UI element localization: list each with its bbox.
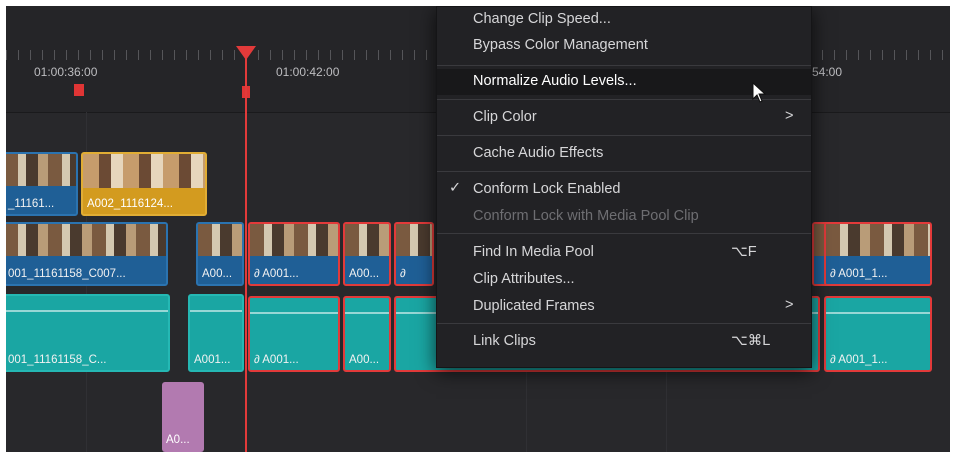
audio-clip-purple[interactable]: A0...	[162, 382, 204, 452]
audio-clip-selected[interactable]: A00...	[343, 296, 391, 372]
link-icon: ∂	[400, 268, 406, 280]
menu-separator	[437, 171, 811, 172]
timecode-label: 54:00	[812, 65, 843, 79]
timecode-label: 01:00:36:00	[34, 65, 98, 79]
audio-waveform	[250, 312, 338, 314]
menu-item-find-in-media-pool[interactable]: Find In Media Pool ⌥F	[437, 240, 811, 266]
clip-thumbnail	[6, 224, 166, 256]
clip-label: ∂ A001_1...	[830, 268, 888, 280]
clip-label: ∂ A001...	[254, 354, 299, 366]
audio-clip-selected[interactable]: ∂ A001_1...	[824, 296, 932, 372]
video-clip[interactable]: _11161...	[6, 152, 78, 216]
video-clip-selected[interactable]: ∂ A001...	[248, 222, 340, 286]
video-clip-selected[interactable]: A00...	[343, 222, 391, 286]
link-icon: ∂	[254, 354, 263, 366]
mouse-cursor-icon	[752, 82, 767, 103]
clip-thumbnail	[396, 224, 432, 256]
audio-waveform	[6, 310, 168, 312]
clip-thumbnail	[250, 224, 338, 256]
menu-item-link-clips[interactable]: Link Clips ⌥⌘L	[437, 329, 811, 355]
clip-label: ∂ A001...	[254, 268, 299, 280]
clip-label: A0...	[166, 434, 190, 446]
link-icon: ∂	[254, 268, 263, 280]
menu-item-clip-color[interactable]: Clip Color >	[437, 105, 811, 131]
playhead-line	[245, 50, 247, 452]
audio-clip-selected[interactable]: ∂ A001...	[248, 296, 340, 372]
menu-item-clip-attributes[interactable]: Clip Attributes...	[437, 267, 811, 293]
video-clip[interactable]: A00...	[196, 222, 244, 286]
video-clip[interactable]: 001_11161158_C007...	[6, 222, 168, 286]
clip-label: A00...	[202, 268, 233, 280]
clip-thumbnail	[345, 224, 389, 256]
audio-waveform	[826, 312, 930, 314]
timeline-marker[interactable]	[74, 84, 84, 96]
menu-separator	[437, 65, 811, 66]
clip-context-menu: Change Clip Speed... Bypass Color Manage…	[436, 6, 812, 368]
menu-separator	[437, 323, 811, 324]
shortcut-label: ⌥⌘L	[731, 333, 771, 349]
clip-label: A002_1116124...	[87, 198, 173, 210]
audio-waveform	[345, 312, 389, 314]
clip-label: ∂ A001_1...	[830, 354, 888, 366]
clip-label: 001_11161158_C007...	[8, 268, 126, 280]
link-icon: ∂	[830, 354, 839, 366]
timecode-label: 01:00:42:00	[276, 65, 340, 79]
audio-clip[interactable]: 001_11161158_C...	[6, 294, 170, 372]
audio-clip[interactable]: A001...	[188, 294, 244, 372]
clip-thumbnail	[826, 224, 930, 256]
clip-label: A00...	[349, 354, 380, 366]
checkmark-icon: ✓	[449, 180, 462, 196]
menu-item-change-clip-speed[interactable]: Change Clip Speed...	[437, 7, 811, 33]
clip-label: A00...	[349, 268, 380, 280]
shortcut-label: ⌥F	[731, 244, 757, 260]
video-clip-selected[interactable]: ∂	[394, 222, 434, 286]
chevron-right-icon: >	[785, 108, 794, 124]
clip-thumbnail	[83, 154, 205, 188]
clip-thumbnail	[198, 224, 242, 256]
menu-item-conform-lock-media-pool: Conform Lock with Media Pool Clip	[473, 208, 699, 224]
menu-item-cache-audio-effects[interactable]: Cache Audio Effects	[437, 141, 811, 167]
menu-item-duplicated-frames[interactable]: Duplicated Frames >	[437, 294, 811, 320]
clip-label: _11161...	[8, 198, 55, 210]
clip-label: 001_11161158_C...	[8, 354, 107, 366]
playhead-handle[interactable]	[236, 46, 256, 60]
menu-item-bypass-color-management[interactable]: Bypass Color Management	[437, 33, 811, 59]
video-clip[interactable]: A002_1116124...	[81, 152, 207, 216]
menu-separator	[437, 135, 811, 136]
menu-item-conform-lock-enabled[interactable]: ✓ Conform Lock Enabled	[437, 177, 811, 203]
link-icon: ∂	[830, 268, 839, 280]
chevron-right-icon: >	[785, 297, 794, 313]
clip-thumbnail	[6, 154, 76, 186]
timeline-panel: 01:00:36:00 01:00:42:00 54:00 _11161... …	[6, 6, 950, 452]
clip-label: A001...	[194, 354, 231, 366]
menu-separator	[437, 233, 811, 234]
audio-waveform	[190, 310, 242, 312]
video-clip-selected[interactable]: ∂ A001_1...	[824, 222, 932, 286]
